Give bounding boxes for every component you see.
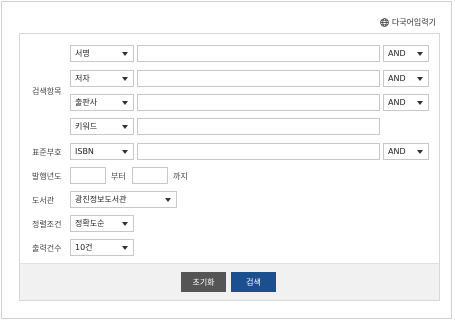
operator-select-3[interactable]: AND (383, 94, 429, 111)
standard-type-select[interactable]: ISBN (70, 143, 134, 160)
chevron-down-icon (165, 198, 171, 202)
label-count: 출력건수 (32, 244, 62, 253)
label-pub-year: 발행년도 (32, 172, 62, 181)
label-library: 도서관 (32, 196, 55, 205)
keyword-input-1[interactable] (137, 45, 380, 62)
standard-number-input[interactable] (137, 143, 380, 160)
field-select-3[interactable]: 출판사 (70, 94, 134, 111)
search-button[interactable]: 검색 (231, 272, 276, 292)
label-sort: 정렬조건 (32, 220, 62, 229)
globe-icon (380, 18, 389, 27)
pub-year-from-input[interactable] (70, 167, 106, 184)
label-standard-number: 표준부호 (32, 148, 62, 157)
pub-year-to-input[interactable] (132, 167, 168, 184)
count-select[interactable]: 10건 (70, 239, 134, 256)
label-search-items: 검색항목 (32, 87, 62, 96)
keyword-input-4[interactable] (137, 118, 380, 135)
chevron-down-icon (122, 150, 128, 154)
library-select[interactable]: 광진정보도서관 (70, 191, 177, 208)
chevron-down-icon (122, 222, 128, 226)
field-select-2[interactable]: 저자 (70, 70, 134, 87)
field-select-1[interactable]: 서명 (70, 45, 134, 62)
search-dialog: 다국어입력기 검색항목 서명 AND 저자 AND 출판사 AND 키워드 표준… (1, 1, 452, 319)
chevron-down-icon (417, 77, 423, 81)
multilang-label: 다국어입력기 (391, 18, 436, 27)
chevron-down-icon (417, 52, 423, 56)
chevron-down-icon (122, 52, 128, 56)
button-bar: 초기화 검색 (20, 263, 439, 300)
chevron-down-icon (122, 101, 128, 105)
label-from: 부터 (111, 172, 126, 181)
field-select-4[interactable]: 키워드 (70, 118, 134, 135)
reset-button[interactable]: 초기화 (181, 272, 226, 292)
label-to: 까지 (173, 172, 188, 181)
operator-select-1[interactable]: AND (383, 45, 429, 62)
keyword-input-2[interactable] (137, 70, 380, 87)
keyword-input-3[interactable] (137, 94, 380, 111)
chevron-down-icon (417, 150, 423, 154)
chevron-down-icon (122, 125, 128, 129)
standard-operator-select[interactable]: AND (383, 143, 429, 160)
chevron-down-icon (122, 246, 128, 250)
sort-select[interactable]: 정확도순 (70, 215, 134, 232)
chevron-down-icon (122, 77, 128, 81)
operator-select-2[interactable]: AND (383, 70, 429, 87)
search-form-panel: 검색항목 서명 AND 저자 AND 출판사 AND 키워드 표준부호 ISBN… (19, 33, 440, 301)
multilang-input-link[interactable]: 다국어입력기 (380, 17, 436, 28)
chevron-down-icon (417, 101, 423, 105)
